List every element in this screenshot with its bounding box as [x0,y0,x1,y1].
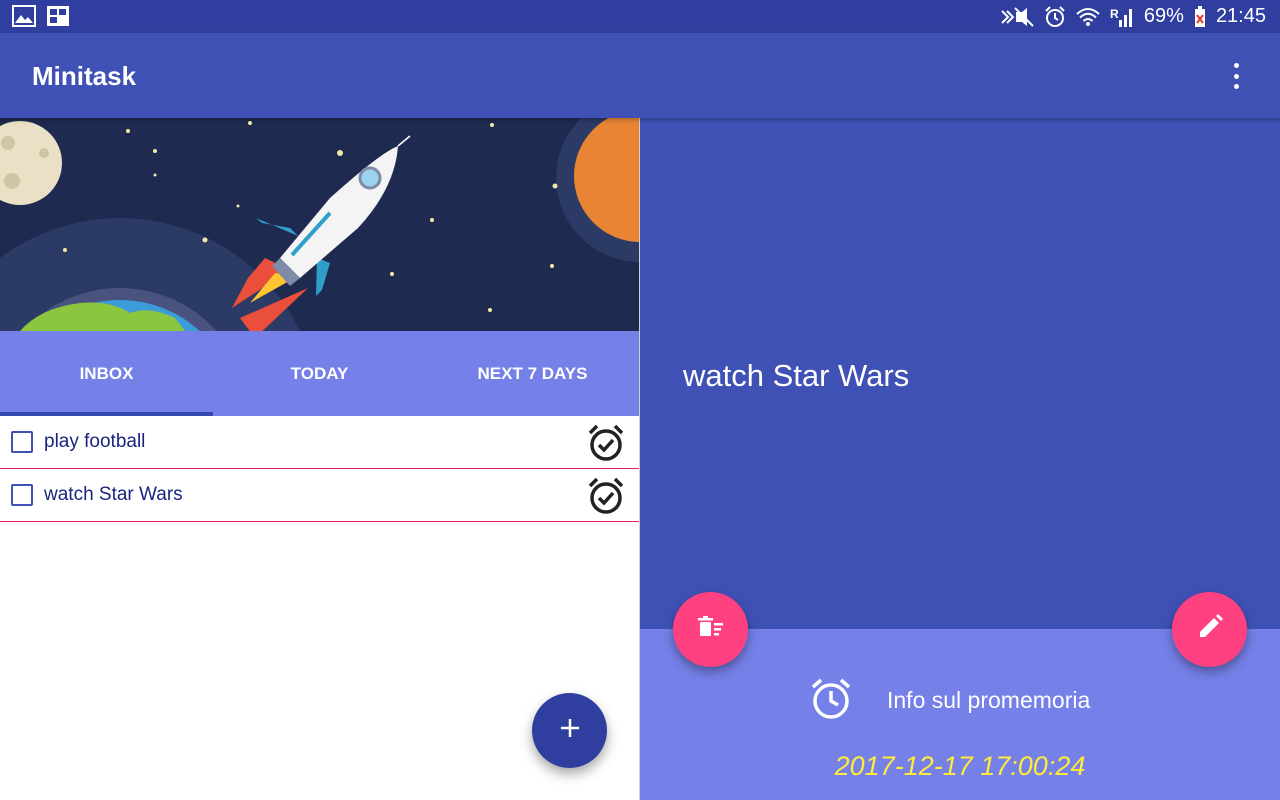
battery-icon [1194,5,1206,28]
list-item[interactable]: play football [0,416,639,469]
task-list: play football watch Star Wars [0,416,639,522]
alarm-icon [809,677,853,721]
task-list-pane: INBOX TODAY NEXT 7 DAYS play football wa… [0,118,639,800]
app-bar: Minitask [0,33,1280,118]
task-checkbox[interactable] [11,484,33,506]
task-label: watch Star Wars [44,484,183,505]
task-label: play football [44,431,146,452]
tab-today[interactable]: TODAY [213,331,426,416]
overflow-menu-icon[interactable] [1228,63,1244,89]
task-detail-header: watch Star Wars [640,118,1280,629]
detail-title: watch Star Wars [683,358,910,393]
tab-inbox[interactable]: INBOX [0,331,213,416]
gallery-icon [46,5,70,32]
clock-time: 21:45 [1215,5,1266,27]
battery-level: 69% [1143,5,1184,27]
svg-text:R: R [1110,7,1119,21]
tab-next-7-days[interactable]: NEXT 7 DAYS [426,331,639,416]
status-bar: R 69% 21:45 [0,0,1280,33]
image-icon [12,5,36,32]
delete-sweep-icon [697,615,725,644]
nfc-muted-icon [1000,6,1034,27]
add-task-button[interactable] [532,693,607,768]
task-checkbox[interactable] [11,431,33,453]
alarm-icon [1044,5,1066,28]
edit-task-button[interactable] [1172,592,1247,667]
reminder-date: 2017-12-17 17:00:24 [834,751,1086,781]
pencil-icon [1196,613,1224,646]
wifi-icon [1076,7,1100,27]
status-left-icons [12,5,70,32]
alarm-clock-check-icon[interactable] [587,477,625,515]
app-title: Minitask [32,61,137,91]
header-banner-illustration [0,118,639,331]
status-right-icons: R 69% 21:45 [1000,0,1266,33]
tab-bar: INBOX TODAY NEXT 7 DAYS [0,331,639,416]
plus-icon [559,717,581,744]
signal-icon: R [1110,6,1134,28]
reminder-label: Info sul promemoria [887,687,1091,713]
alarm-clock-check-icon[interactable] [587,424,625,462]
delete-task-button[interactable] [673,592,748,667]
list-item[interactable]: watch Star Wars [0,469,639,522]
